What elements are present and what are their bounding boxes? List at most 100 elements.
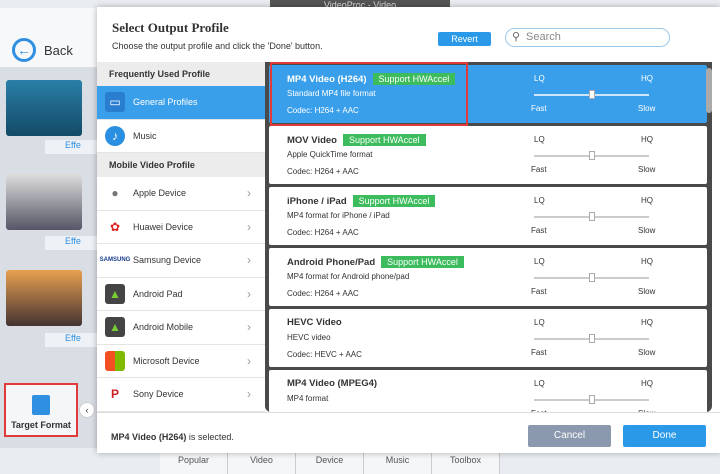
- category-apple-device[interactable]: ● Apple Device ›: [97, 177, 265, 211]
- quality-slider[interactable]: [534, 212, 649, 221]
- quality-slider[interactable]: [534, 395, 649, 404]
- hq-label: HQ: [641, 196, 653, 205]
- profile-name: MOV Video Support HWAccel: [287, 134, 426, 146]
- search-input[interactable]: ⚲ Search: [505, 28, 670, 47]
- effect-button[interactable]: Effe: [45, 236, 97, 250]
- fast-label: Fast: [531, 104, 547, 113]
- slow-label: Slow: [638, 104, 656, 113]
- profile-description: MP4 format for Android phone/pad: [287, 272, 410, 281]
- tab-device[interactable]: Device: [296, 453, 364, 474]
- search-placeholder: Search: [526, 31, 561, 43]
- profile-name: MP4 Video (MPEG4): [287, 378, 377, 389]
- profile-scrollbar[interactable]: [706, 68, 712, 113]
- profile-codec: Codec: HEVC + AAC: [287, 350, 362, 359]
- tab-video[interactable]: Video: [228, 453, 296, 474]
- category-label: Samsung Device: [133, 255, 202, 266]
- profile-title: iPhone / iPad: [287, 196, 347, 207]
- android-icon: ▲: [105, 317, 125, 338]
- category-label: Android Pad: [133, 288, 183, 299]
- quality-slider[interactable]: [534, 273, 649, 282]
- slider-knob[interactable]: [588, 273, 595, 282]
- profile-row[interactable]: Android Phone/Pad Support HWAccel MP4 for…: [269, 248, 707, 306]
- slider-knob[interactable]: [588, 151, 595, 160]
- profile-description: HEVC video: [287, 333, 331, 342]
- hwaccel-badge: Support HWAccel: [352, 195, 436, 207]
- highlight-box: [270, 62, 468, 126]
- category-sony-device[interactable]: P Sony Device ›: [97, 378, 265, 412]
- slider-knob[interactable]: [588, 212, 595, 221]
- category-android-mobile[interactable]: ▲ Android Mobile ›: [97, 311, 265, 345]
- tab-toolbox[interactable]: Toolbox: [432, 453, 500, 474]
- quality-slider[interactable]: [534, 90, 649, 99]
- category-label: Sony Device: [133, 389, 184, 400]
- category-microsoft-device[interactable]: Microsoft Device ›: [97, 344, 265, 378]
- category-general-profiles[interactable]: ▭ General Profiles: [97, 86, 265, 120]
- category-label: Music: [133, 130, 157, 141]
- profile-codec: Codec: H264 + AAC: [287, 167, 359, 176]
- quality-slider[interactable]: [534, 151, 649, 160]
- section-frequent: Frequently Used Profile: [97, 62, 265, 86]
- quality-slider[interactable]: [534, 334, 649, 343]
- profile-row[interactable]: iPhone / iPad Support HWAccel MP4 format …: [269, 187, 707, 245]
- cancel-button[interactable]: Cancel: [528, 425, 611, 447]
- huawei-icon: ✿: [109, 219, 121, 234]
- fast-label: Fast: [531, 226, 547, 235]
- profile-row[interactable]: MOV Video Support HWAccel Apple QuickTime…: [269, 126, 707, 184]
- dialog-title: Select Output Profile: [112, 20, 229, 35]
- profile-row[interactable]: HEVC Video HEVC video Codec: HEVC + AAC …: [269, 309, 707, 367]
- category-list: Frequently Used Profile ▭ General Profile…: [97, 62, 265, 412]
- profile-name: HEVC Video: [287, 317, 342, 328]
- hwaccel-badge: Support HWAccel: [381, 256, 464, 268]
- slider-knob[interactable]: [588, 334, 595, 343]
- category-huawei-device[interactable]: ✿ Huawei Device ›: [97, 210, 265, 244]
- slider-knob[interactable]: [588, 395, 595, 404]
- apple-icon: ●: [111, 186, 119, 201]
- category-samsung-device[interactable]: SAMSUNG Samsung Device ›: [97, 244, 265, 278]
- slow-label: Slow: [638, 348, 656, 357]
- profile-description: MP4 format for iPhone / iPad: [287, 211, 390, 220]
- hq-label: HQ: [641, 318, 653, 327]
- chevron-right-icon: ›: [247, 387, 251, 402]
- target-format-button[interactable]: Target Format: [4, 383, 78, 437]
- collapse-chevron-icon[interactable]: ‹: [79, 402, 95, 418]
- profile-title: MP4 Video (MPEG4): [287, 378, 378, 389]
- profile-title: Android Phone/Pad: [287, 257, 376, 268]
- back-button[interactable]: ← Back: [12, 38, 73, 62]
- lq-label: LQ: [534, 196, 545, 205]
- microsoft-icon: [105, 350, 125, 371]
- hq-label: HQ: [641, 74, 653, 83]
- hq-label: HQ: [641, 135, 653, 144]
- video-thumbnail[interactable]: [6, 174, 82, 230]
- selection-status: MP4 Video (H264) is selected.: [111, 432, 234, 442]
- bottom-tabs: Popular Video Device Music Toolbox: [160, 453, 500, 474]
- profile-title: MOV Video: [287, 135, 337, 146]
- chevron-right-icon: ›: [247, 186, 251, 201]
- music-icon: ♪: [105, 125, 125, 146]
- video-thumbnail[interactable]: [6, 80, 82, 136]
- chevron-right-icon: ›: [247, 353, 251, 368]
- profile-row[interactable]: MP4 Video (MPEG4) MP4 format LQ HQ Fast …: [269, 370, 707, 412]
- done-button[interactable]: Done: [623, 425, 706, 447]
- profile-codec: Codec: H264 + AAC: [287, 289, 359, 298]
- revert-button[interactable]: Revert: [438, 32, 491, 46]
- section-mobile: Mobile Video Profile: [97, 153, 265, 177]
- tab-music[interactable]: Music: [364, 453, 432, 474]
- chevron-right-icon: ›: [247, 320, 251, 335]
- chevron-right-icon: ›: [247, 253, 251, 268]
- tab-popular[interactable]: Popular: [160, 453, 228, 474]
- effect-button[interactable]: Effe: [45, 140, 97, 154]
- slider-knob[interactable]: [588, 90, 595, 99]
- video-thumbnail[interactable]: [6, 270, 82, 326]
- android-icon: ▲: [105, 283, 125, 304]
- hq-label: HQ: [641, 257, 653, 266]
- slow-label: Slow: [638, 165, 656, 174]
- category-android-pad[interactable]: ▲ Android Pad ›: [97, 277, 265, 311]
- back-label: Back: [44, 42, 73, 58]
- profile-codec: Codec: H264 + AAC: [287, 228, 359, 237]
- playstation-icon: P: [110, 387, 119, 402]
- profile-title: HEVC Video: [287, 317, 342, 328]
- effect-button[interactable]: Effe: [45, 333, 97, 347]
- profile-description: Apple QuickTime format: [287, 150, 373, 159]
- fast-label: Fast: [531, 165, 547, 174]
- category-music[interactable]: ♪ Music: [97, 119, 265, 153]
